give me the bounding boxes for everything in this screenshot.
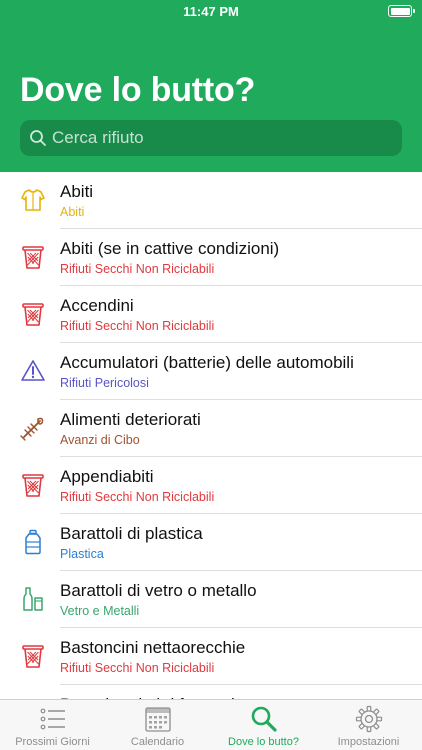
search-icon [30,130,46,146]
item-category: Vetro e Metalli [60,604,140,618]
tab-bar: Prossimi Giorni Calendario Dove lo butto? I… [0,699,422,750]
item-category: Abiti [60,205,85,219]
tab-list[interactable]: Prossimi Giorni [0,700,105,750]
list-item[interactable]: Barattoli di plastica Plastica [0,514,422,571]
tab-search[interactable]: Dove lo butto? [211,700,316,750]
trash-bin-icon [19,243,47,271]
tab-label: Prossimi Giorni [15,736,90,748]
tab-label: Dove lo butto? [228,736,299,748]
search-input[interactable] [52,120,392,156]
plastic-bottle-icon [19,528,47,556]
item-title: Barattoli di plastica [60,524,203,543]
item-title: Bastoncini nettaorecchie [60,638,246,657]
tab-gear[interactable]: Impostazioni [316,700,421,750]
app-header: 11:47 PM Dove lo butto? [0,0,422,172]
waste-list[interactable]: Abiti Abiti Abiti (se in cattive condizion… [0,172,422,699]
item-title: Abiti (se in cattive condizioni) [60,239,280,258]
item-category: Plastica [60,547,104,561]
item-title: Alimenti deteriorati [60,410,201,429]
calendar-icon [144,705,172,733]
item-category: Rifiuti Secchi Non Riciclabili [60,661,215,675]
item-title: Abiti [60,182,94,201]
fish-bone-icon [19,414,47,442]
list-item[interactable]: Accendini Rifiuti Secchi Non Riciclabili [0,286,422,343]
item-category: Rifiuti Secchi Non Riciclabili [60,262,215,276]
item-category: Rifiuti Pericolosi [60,376,149,390]
list-item[interactable]: Alimenti deteriorati Avanzi di Cibo [0,400,422,457]
list-item[interactable]: Abiti Abiti [0,172,422,229]
status-bar: 11:47 PM [0,0,422,24]
item-category: Rifiuti Secchi Non Riciclabili [60,490,215,504]
search-icon [250,705,278,733]
gear-icon [355,705,383,733]
list-item[interactable]: Appendiabiti Rifiuti Secchi Non Riciclabi… [0,457,422,514]
list-item[interactable]: Bastoncini nettaorecchie Rifiuti Secchi N… [0,628,422,685]
item-category: Avanzi di Cibo [60,433,140,447]
list-item[interactable]: Abiti (se in cattive condizioni) Rifiuti … [0,229,422,286]
warning-icon [19,357,47,385]
item-title: Barattoli di vetro o metallo [60,581,257,600]
trash-bin-icon [19,471,47,499]
item-title: Accumulatori (batterie) delle automobili [60,353,354,372]
glass-bottle-icon [19,585,47,613]
item-title: Accendini [60,296,134,315]
status-time: 11:47 PM [183,4,239,19]
battery-icon [388,5,415,17]
list-item[interactable]: Accumulatori (batterie) delle automobili… [0,343,422,400]
trash-bin-icon [19,300,47,328]
list-item[interactable]: Batterie ed altri farmaciRifiuti Pericol… [0,685,422,699]
item-title: Appendiabiti [60,467,154,486]
list-icon [39,705,67,733]
tab-label: Impostazioni [337,736,400,748]
trash-bin-icon [19,642,47,670]
shirt-icon [19,186,47,214]
list-item[interactable]: Barattoli di vetro o metallo Vetro e Meta… [0,571,422,628]
tab-label: Calendario [130,736,185,748]
item-category: Rifiuti Secchi Non Riciclabili [60,319,215,333]
page-title: Dove lo butto? [20,71,256,109]
tab-calendar[interactable]: Calendario [105,700,210,750]
search-bar[interactable] [20,120,402,156]
